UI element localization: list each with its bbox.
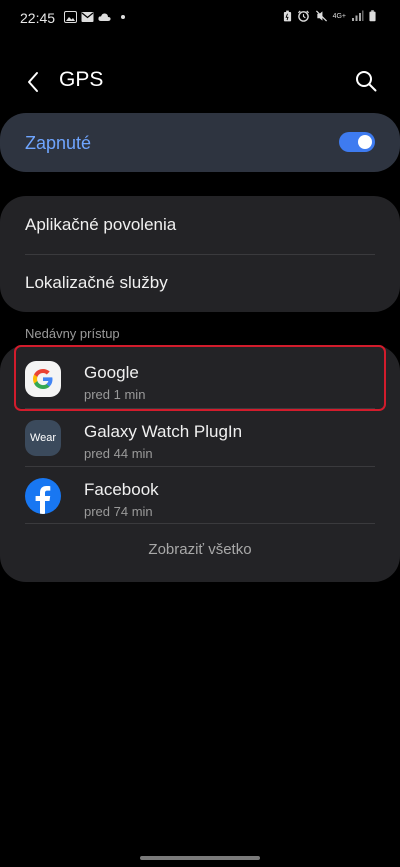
signal-icon xyxy=(352,10,364,21)
alarm-icon xyxy=(297,10,309,22)
location-toggle[interactable] xyxy=(339,132,375,152)
status-right-icons: 4G+ xyxy=(283,10,376,22)
wear-icon: Wear xyxy=(25,420,61,456)
recent-app-galaxy-watch[interactable]: Wear Galaxy Watch PlugIn pred 44 min xyxy=(0,408,400,466)
gesture-nav-handle[interactable] xyxy=(140,856,260,860)
recent-access-header: Nedávny prístup xyxy=(25,326,120,341)
status-bar: 22:45 4G+ xyxy=(0,0,400,36)
page-title: GPS xyxy=(59,68,104,91)
mute-icon xyxy=(315,10,327,22)
image-icon xyxy=(64,11,77,23)
recent-app-google[interactable]: Google pred 1 min xyxy=(0,349,400,407)
wear-icon-text: Wear xyxy=(29,432,57,444)
app-access-time: pred 44 min xyxy=(84,446,153,461)
app-header: GPS xyxy=(0,60,400,104)
app-access-time: pred 74 min xyxy=(84,504,153,519)
show-all-button[interactable]: Zobraziť všetko xyxy=(0,541,400,558)
network-type: 4G+ xyxy=(332,12,346,20)
divider xyxy=(25,523,375,524)
app-permissions-item[interactable]: Aplikačné povolenia xyxy=(0,196,400,254)
master-switch-label: Zapnuté xyxy=(25,133,92,153)
app-permissions-label: Aplikačné povolenia xyxy=(25,215,177,234)
recent-access-card: Google pred 1 min Wear Galaxy Watch Plug… xyxy=(0,345,400,582)
location-services-label: Lokalizačné služby xyxy=(25,273,168,292)
recent-app-facebook[interactable]: Facebook pred 74 min xyxy=(0,466,400,524)
settings-card: Aplikačné povolenia Lokalizačné služby xyxy=(0,196,400,312)
status-time: 22:45 xyxy=(20,10,56,26)
search-icon[interactable] xyxy=(354,69,378,93)
app-name: Facebook xyxy=(84,480,159,499)
app-name: Galaxy Watch PlugIn xyxy=(84,422,243,441)
notification-dot xyxy=(121,15,125,19)
cloud-icon xyxy=(98,13,111,21)
app-access-time: pred 1 min xyxy=(84,387,146,402)
back-arrow-icon[interactable] xyxy=(22,68,46,96)
master-switch-card[interactable]: Zapnuté xyxy=(0,113,400,172)
app-name: Google xyxy=(84,363,139,382)
battery-saver-icon xyxy=(283,10,291,22)
toggle-knob xyxy=(358,135,372,149)
battery-icon xyxy=(369,10,376,22)
status-left-icons xyxy=(64,11,125,23)
facebook-icon xyxy=(25,478,61,514)
location-services-item[interactable]: Lokalizačné služby xyxy=(0,254,400,312)
gmail-icon xyxy=(81,12,94,22)
google-icon xyxy=(25,361,61,397)
